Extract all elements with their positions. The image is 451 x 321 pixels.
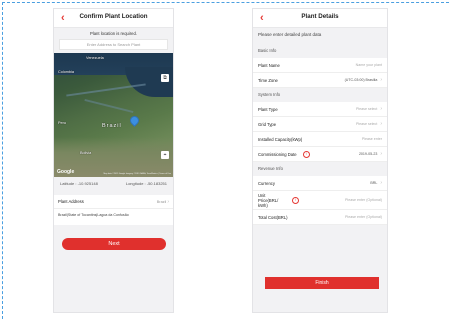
intro-text: Please enter detailed plant data: [258, 32, 322, 37]
address-panel: Plant Address Brazil › Brazil|State of T…: [54, 195, 173, 225]
chevron-right-icon: ›: [380, 77, 382, 83]
grid-type-value: Please select ›: [355, 121, 382, 127]
field-label: Plant Type: [258, 106, 278, 112]
info-icon[interactable]: !: [292, 196, 299, 204]
section-system-info: System Info: [253, 88, 387, 102]
required-note: Plant location is required.: [89, 31, 138, 36]
map-view[interactable]: Venezuela Colombia Brazil Peru Bolivia ⧉…: [54, 53, 173, 177]
map-label-venezuela: Venezuela: [86, 56, 104, 60]
chevron-right-icon: ›: [380, 180, 382, 186]
map-label-colombia: Colombia: [58, 70, 75, 74]
map-river: [66, 83, 146, 97]
total-cost-input[interactable]: Please enter (Optional): [345, 215, 382, 219]
plant-type-field[interactable]: Plant Type Please select ›: [253, 102, 387, 117]
commissioning-date-value: 2019-05-23 ›: [358, 151, 382, 157]
time-zone-value: (UTC-03:00) Brasilia ›: [344, 77, 382, 83]
plant-type-value: Please select ›: [355, 106, 382, 112]
header: ‹ Plant Details: [253, 9, 387, 28]
field-label: Installed Capacity(kWp): [258, 136, 303, 142]
section-revenue-info: Revenue Info: [253, 162, 387, 176]
chevron-right-icon: ›: [380, 151, 382, 157]
info-icon[interactable]: !: [302, 150, 310, 158]
locate-icon[interactable]: ⌖: [161, 151, 169, 159]
coordinates-readout: Latitude : -10.925148 Longitude : -50.18…: [54, 177, 173, 192]
unit-price-field[interactable]: Unit Price(BRL/ kWh)! Please enter (Opti…: [253, 191, 387, 210]
map-label-bolivia: Bolivia: [80, 151, 92, 155]
field-label-group: Commissioning Date!: [258, 150, 310, 158]
chevron-right-icon: ›: [167, 198, 169, 205]
address-country-value: Brazil ›: [156, 198, 169, 205]
chevron-right-icon: ›: [380, 106, 382, 112]
layers-icon[interactable]: ⧉: [161, 74, 169, 82]
currency-field[interactable]: Currency BRL ›: [253, 176, 387, 191]
field-label: Plant Name: [258, 62, 280, 68]
field-label: Currency: [258, 180, 275, 186]
field-label: Grid Type: [258, 121, 277, 127]
field-label: Time Zone: [258, 77, 278, 83]
time-zone-field[interactable]: Time Zone (UTC-03:00) Brasilia ›: [253, 73, 387, 88]
commissioning-date-field[interactable]: Commissioning Date! 2019-05-23 ›: [253, 147, 387, 162]
field-label-group: Unit Price(BRL/ kWh)!: [258, 193, 299, 208]
plant-address-label: Plant Address: [58, 199, 84, 204]
page-title: Plant Details: [301, 13, 339, 20]
latitude-value: Latitude : -10.925148: [60, 181, 98, 186]
address-detail: Brazil|State of Tocantins|Lagoa da Confu…: [58, 213, 129, 217]
field-label: Unit Price(BRL/ kWh): [258, 192, 279, 208]
plant-address-row[interactable]: Plant Address Brazil ›: [54, 195, 173, 209]
installed-capacity-input[interactable]: Please enter: [362, 137, 382, 141]
longitude-value: Longitude : -50.183251: [125, 181, 167, 186]
map-copyright[interactable]: Map data ©2019 Google Imagery ©2019 NASA…: [103, 173, 171, 175]
map-label-brazil: Brazil: [102, 123, 122, 129]
address-search-input[interactable]: Enter Address to Search Plant: [59, 39, 168, 50]
plant-name-field[interactable]: Plant Name Name your plant: [253, 58, 387, 73]
header: ‹ Confirm Plant Location: [54, 9, 173, 28]
page-title: Confirm Plant Location: [79, 13, 148, 20]
location-pin-icon[interactable]: [128, 114, 141, 127]
google-logo: Google: [57, 169, 75, 175]
confirm-location-screen: ‹ Confirm Plant Location Plant location …: [53, 8, 174, 313]
installed-capacity-field[interactable]: Installed Capacity(kWp) Please enter: [253, 132, 387, 147]
chevron-right-icon: ›: [380, 121, 382, 127]
plant-details-screen: ‹ Plant Details Please enter detailed pl…: [252, 8, 388, 313]
map-river: [84, 98, 134, 113]
grid-type-field[interactable]: Grid Type Please select ›: [253, 117, 387, 132]
field-label: Commissioning Date: [258, 151, 297, 157]
next-button[interactable]: Next: [62, 238, 166, 250]
map-label-peru: Peru: [58, 121, 67, 125]
field-label: Total Cost(BRL): [258, 214, 288, 220]
currency-value: BRL ›: [370, 180, 382, 186]
map-ocean-east: [125, 67, 173, 97]
total-cost-field[interactable]: Total Cost(BRL) Please enter (Optional): [253, 210, 387, 225]
section-basic-info: Basic Info: [253, 44, 387, 58]
finish-button[interactable]: Finish: [265, 277, 379, 289]
unit-price-input[interactable]: Please enter (Optional): [345, 198, 382, 202]
plant-name-input[interactable]: Name your plant: [356, 63, 382, 67]
